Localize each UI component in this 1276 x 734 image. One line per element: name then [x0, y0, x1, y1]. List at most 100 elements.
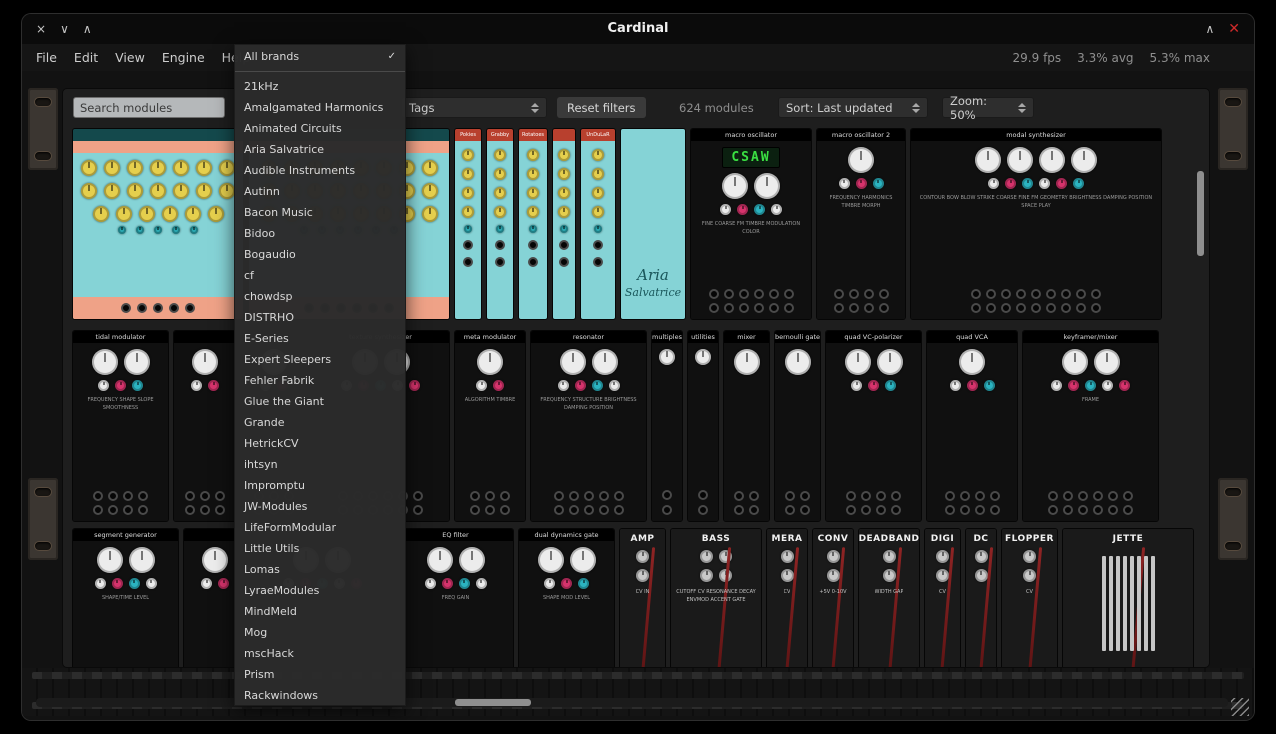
module-tile[interactable]: UnDuLaR: [581, 129, 615, 319]
module-tile[interactable]: macro oscillatorCSAWFINE COARSE FM TIMBR…: [691, 129, 811, 319]
knob-row: [785, 349, 811, 375]
brand-menu-item[interactable]: cf: [235, 265, 405, 286]
module-tile[interactable]: macro oscillator 2FREQUENCY HARMONICS TI…: [817, 129, 905, 319]
port-jack: [749, 505, 759, 515]
module-tile[interactable]: EQ filterFREQ GAIN: [398, 529, 513, 668]
brand-menu-item[interactable]: Aria Salvatrice: [235, 139, 405, 160]
titlebar[interactable]: Cardinal ×∨∧ ∧✕: [22, 14, 1254, 44]
module-faceplate: BASSCUTOFF CV RESONANCE DECAY ENVMOD ACC…: [671, 529, 761, 668]
brand-menu-item[interactable]: HetrickCV: [235, 433, 405, 454]
module-tile[interactable]: AriaSalvatrice: [621, 129, 685, 319]
port-jack: [749, 491, 759, 501]
module-tile[interactable]: dual dynamics gateSHAPE MOD LEVEL: [519, 529, 614, 668]
brand-menu-item[interactable]: MindMeld: [235, 601, 405, 622]
module-tile[interactable]: MERACV: [767, 529, 807, 668]
brand-menu-item[interactable]: Glue the Giant: [235, 391, 405, 412]
brand-menu-item[interactable]: Bacon Music: [235, 202, 405, 223]
module-tile[interactable]: BASSCUTOFF CV RESONANCE DECAY ENVMOD ACC…: [671, 529, 761, 668]
module-faceplate: [581, 141, 615, 319]
module-labels: CV: [1026, 588, 1033, 596]
module-tile[interactable]: modal synthesizerCONTOUR BOW BLOW STRIKE…: [911, 129, 1161, 319]
close-icon[interactable]: ×: [36, 22, 46, 36]
module-tile[interactable]: mixer: [724, 331, 769, 521]
sort-dropdown[interactable]: Sort: Last updated: [778, 97, 928, 118]
brand-menu-item[interactable]: DISTRHO: [235, 307, 405, 328]
brand-menu-item[interactable]: LyraeModules: [235, 580, 405, 601]
port-jack: [849, 303, 859, 313]
brand-menu-item[interactable]: Amalgamated Harmonics: [235, 97, 405, 118]
knob-row: [202, 547, 228, 573]
module-tile[interactable]: [73, 129, 243, 319]
brand-menu-item[interactable]: Rackwindows: [235, 685, 405, 706]
module-tile[interactable]: Pokies: [455, 129, 481, 319]
module-tile[interactable]: meta modulatorALGORITHM TIMBRE: [455, 331, 525, 521]
brand-menu-item[interactable]: Audible Instruments: [235, 160, 405, 181]
collapse-icon[interactable]: ∧: [1205, 22, 1214, 36]
brand-menu-item[interactable]: Lomas: [235, 559, 405, 580]
reset-filters-button[interactable]: Reset filters: [557, 97, 646, 118]
knob-row: [118, 226, 198, 234]
brand-menu-item[interactable]: Impromptu: [235, 475, 405, 496]
brand-menu-item[interactable]: Animated Circuits: [235, 118, 405, 139]
module-labels: FINE COARSE FM TIMBRE MODULATION COLOR: [696, 220, 805, 236]
module-title: segment generator: [73, 529, 178, 541]
brand-menu-item[interactable]: Grande: [235, 412, 405, 433]
module-tile[interactable]: JETTE: [1063, 529, 1193, 668]
module-tile[interactable]: [174, 331, 236, 521]
module-tile[interactable]: AMPCV IN: [620, 529, 665, 668]
brand-menu-item[interactable]: Expert Sleepers: [235, 349, 405, 370]
module-tile[interactable]: DEADBANDWIDTH GAP: [859, 529, 919, 668]
horizontal-scrollbar-thumb[interactable]: [455, 699, 531, 706]
module-tile[interactable]: tidal modulatorFREQUENCY SHAPE SLOPE SMO…: [73, 331, 168, 521]
menu-item-file[interactable]: File: [36, 50, 57, 65]
brand-menu-item[interactable]: ihtsyn: [235, 454, 405, 475]
module-tile[interactable]: keyframer/mixerFRAME: [1023, 331, 1158, 521]
search-input[interactable]: [73, 97, 225, 118]
brand-menu-item[interactable]: Mog: [235, 622, 405, 643]
menu-item-engine[interactable]: Engine: [162, 50, 205, 65]
zoom-dropdown[interactable]: Zoom: 50%: [942, 97, 1034, 118]
module-tile[interactable]: CONV+5V 0-10V: [813, 529, 853, 668]
module-tile[interactable]: DC: [966, 529, 996, 668]
tags-dropdown[interactable]: Tags: [401, 97, 547, 118]
brand-menu-item[interactable]: Fehler Fabrik: [235, 370, 405, 391]
menu-item-edit[interactable]: Edit: [74, 50, 98, 65]
module-tile[interactable]: multiples: [652, 331, 682, 521]
chevron-down-icon[interactable]: ∨: [60, 22, 69, 36]
brand-menu-item[interactable]: Prism: [235, 664, 405, 685]
module-tile[interactable]: segment generatorSHAPE/TIME LEVEL: [73, 529, 178, 668]
knob-row: [975, 147, 1097, 173]
brand-menu-item[interactable]: Bogaudio: [235, 244, 405, 265]
brand-menu-item[interactable]: Autinn: [235, 181, 405, 202]
brand-menu-item[interactable]: Little Utils: [235, 538, 405, 559]
brand-menu-item[interactable]: mscHack: [235, 643, 405, 664]
knob: [191, 380, 202, 391]
module-tile[interactable]: resonatorFREQUENCY STRUCTURE BRIGHTNESS …: [531, 331, 646, 521]
screw-slot: [1224, 151, 1242, 161]
module-tile[interactable]: quad VCA: [927, 331, 1017, 521]
brand-menu-item[interactable]: chowdsp: [235, 286, 405, 307]
brand-menu-item[interactable]: Bidoo: [235, 223, 405, 244]
brand-menu-item[interactable]: All brands✓: [235, 45, 405, 68]
module-tile[interactable]: DIGICV: [925, 529, 960, 668]
resize-grip[interactable]: [1231, 698, 1249, 716]
module-tile[interactable]: FLOPPERCV: [1002, 529, 1057, 668]
brand-menu-item[interactable]: 21kHz: [235, 76, 405, 97]
horizontal-scrollbar-track[interactable]: [36, 698, 1228, 707]
module-tile[interactable]: bernoulli gate: [775, 331, 820, 521]
knob: [118, 226, 126, 234]
module-tile[interactable]: Rotatoes: [519, 129, 547, 319]
brand-menu-item[interactable]: E-Series: [235, 328, 405, 349]
port-jack: [785, 491, 795, 501]
module-tile[interactable]: quad VC-polarizer: [826, 331, 921, 521]
distrho-logo-icon[interactable]: ✕: [1228, 21, 1240, 37]
vertical-scrollbar-thumb[interactable]: [1197, 171, 1204, 256]
module-tile[interactable]: Grabby: [487, 129, 513, 319]
brand-menu-item[interactable]: LifeFormModular: [235, 517, 405, 538]
brand-menu-item[interactable]: JW-Modules: [235, 496, 405, 517]
module-tile[interactable]: [553, 129, 575, 319]
chevron-up-icon[interactable]: ∧: [83, 22, 92, 36]
module-tile[interactable]: utilities: [688, 331, 718, 521]
menu-item-view[interactable]: View: [115, 50, 145, 65]
knob: [737, 204, 748, 215]
